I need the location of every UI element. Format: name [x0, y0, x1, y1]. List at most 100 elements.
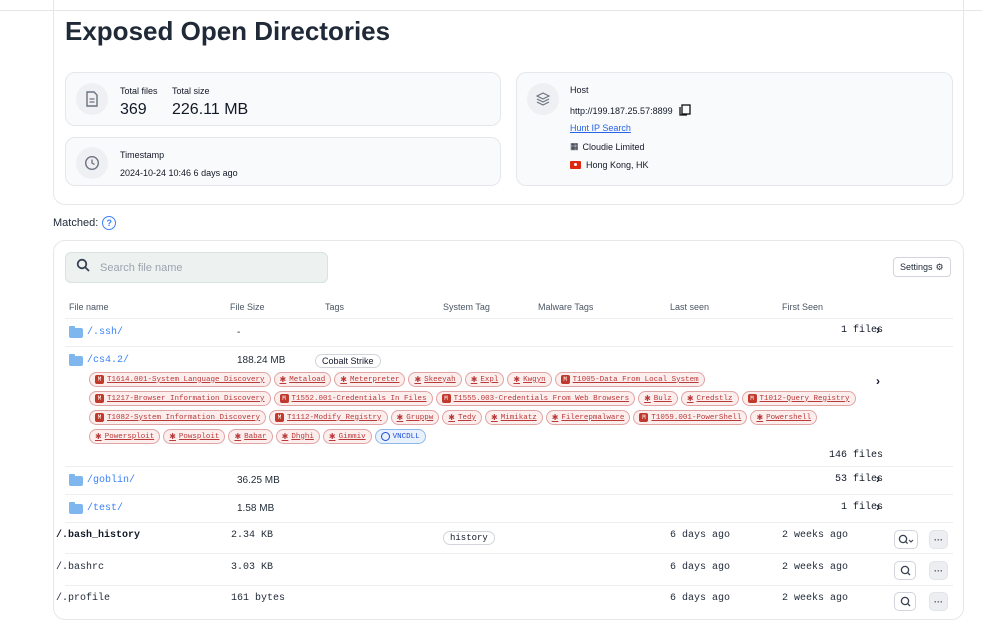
malware-tag[interactable]: ✱ Metaload [273, 372, 332, 387]
gear-icon: ⚙ [935, 261, 944, 272]
table-row[interactable]: /.ssh/ [69, 325, 123, 338]
bug-icon: ✱ [169, 432, 176, 442]
malware-tag[interactable]: ✱ Dhghi [275, 429, 320, 444]
malware-tag[interactable]: M T1552.001-Credentials In Files [273, 391, 433, 406]
malware-tag[interactable]: ✱ Gimmiv [322, 429, 372, 444]
hunt-ip-search-link[interactable]: Hunt IP Search [570, 123, 631, 133]
col-tags[interactable]: Tags [325, 302, 344, 312]
malware-tag[interactable]: ✱ Expl [464, 372, 505, 387]
malware-tag[interactable]: M T1555.003-Credentials From Web Browsers [435, 391, 636, 406]
file-size: 3.03 KB [231, 562, 274, 573]
malware-tag[interactable]: M T1217-Browser Information Discovery [89, 391, 271, 406]
last-seen: 6 days ago [670, 562, 731, 573]
malware-tag[interactable]: ✱ Skeeyah [408, 372, 462, 387]
mitre-icon: M [95, 413, 104, 422]
malware-tag[interactable]: M T1112-Modify Registry [269, 410, 388, 425]
col-system-tag[interactable]: System Tag [443, 302, 490, 312]
malware-tag-label: T1082-System Information Discovery [107, 413, 261, 422]
last-seen: 6 days ago [670, 593, 731, 604]
dir-name[interactable]: /test/ [87, 503, 123, 514]
malware-tag[interactable]: ✱ Powershell [750, 410, 818, 425]
magnify-button[interactable] [894, 592, 916, 611]
org-name: Cloudie Limited [582, 141, 645, 152]
total-files-label: Total files [120, 86, 158, 96]
dir-name[interactable]: /.ssh/ [87, 327, 123, 338]
malware-tag[interactable]: M T1082-System Information Discovery [89, 410, 267, 425]
malware-tag[interactable]: ✱ Babar [228, 429, 273, 444]
location-text: Hong Kong, HK [586, 160, 649, 170]
tag-cobalt-strike[interactable]: Cobalt Strike [315, 354, 381, 368]
bug-icon: ✱ [756, 413, 764, 423]
chevron-right-icon[interactable]: › [876, 472, 880, 486]
malware-tag[interactable]: ✱ Mimikatz [484, 410, 543, 425]
malware-tag[interactable]: ✱ Tedy [442, 410, 482, 425]
malware-tag[interactable]: ✱ Credstlz [680, 391, 739, 406]
more-icon[interactable]: ··· [929, 561, 948, 580]
timestamp-card: Timestamp 2024-10-24 10:46 6 days ago [65, 137, 501, 186]
malware-tag[interactable]: ✱ Powsploit [163, 429, 226, 444]
dir-size: 36.25 MB [237, 475, 280, 486]
malware-tag[interactable]: M T1012-Query Registry [741, 391, 856, 406]
malware-tag[interactable]: ✱ Powersploit [89, 429, 161, 444]
dir-name[interactable]: /goblin/ [87, 475, 135, 486]
table-row[interactable]: /cs4.2/ [69, 353, 129, 366]
bug-icon: ✱ [340, 375, 347, 385]
bug-icon: ✱ [396, 413, 404, 423]
more-icon[interactable]: ··· [929, 530, 948, 549]
table-row[interactable]: /test/ [69, 501, 123, 514]
divider [65, 466, 953, 467]
magnify-button[interactable] [894, 561, 916, 580]
settings-button[interactable]: Settings ⚙ [893, 257, 951, 277]
malware-tag-label: Babar [244, 432, 267, 441]
malware-tag[interactable]: VNCDLL [374, 429, 426, 444]
malware-tag[interactable]: ✱ Gruppw [390, 410, 440, 425]
malware-tag[interactable]: M T1614.001-System Language Discovery [89, 372, 271, 387]
file-name[interactable]: /.profile [56, 593, 110, 604]
malware-tag-list: M T1614.001-System Language Discovery ✱ Met… [89, 372, 879, 444]
search-input[interactable]: Search file name [100, 262, 183, 274]
malware-tag[interactable]: ✱ Meterpreter [334, 372, 406, 387]
system-tag[interactable]: history [443, 531, 495, 545]
file-size: 161 bytes [231, 593, 286, 604]
mitre-icon: M [560, 375, 570, 384]
dir-name[interactable]: /cs4.2/ [87, 355, 129, 366]
malware-tag-label: Powersploit [104, 432, 155, 441]
settings-label: Settings [900, 262, 933, 272]
col-last-seen[interactable]: Last seen [670, 302, 709, 312]
matched-row: Matched: ? [53, 216, 117, 230]
copy-icon[interactable] [678, 104, 691, 118]
magnify-button[interactable] [894, 530, 918, 549]
malware-tag[interactable]: M T1059.001-PowerShell [633, 410, 748, 425]
malware-tag-label: T1614.001-System Language Discovery [107, 375, 265, 384]
divider [65, 346, 953, 347]
col-malware-tags[interactable]: Malware Tags [538, 302, 593, 312]
malware-tag-label: Gruppw [406, 413, 434, 422]
bug-icon: ✱ [414, 375, 422, 385]
help-icon[interactable]: ? [102, 216, 117, 230]
malware-tag-label: Powsploit [178, 432, 220, 441]
folder-icon [69, 353, 83, 366]
search-box[interactable]: Search file name [65, 252, 328, 283]
table-row[interactable]: /goblin/ [69, 473, 135, 486]
malware-tag-label: Mimikatz [500, 413, 537, 422]
malware-tag[interactable]: ✱ Kwgyn [507, 372, 552, 387]
malware-tag[interactable]: M T1005-Data From Local System [554, 372, 705, 387]
host-url-row: http://199.187.25.57:8899 [570, 104, 691, 118]
mitre-icon: M [747, 394, 757, 403]
chevron-right-icon[interactable]: › [876, 374, 880, 388]
divider [65, 553, 953, 554]
mitre-icon: M [441, 394, 451, 403]
file-name[interactable]: /.bashrc [56, 562, 104, 573]
bug-icon: ✱ [551, 413, 559, 423]
chevron-right-icon[interactable]: › [876, 500, 880, 514]
more-icon[interactable]: ··· [929, 592, 948, 611]
chevron-right-icon[interactable]: › [876, 323, 880, 337]
malware-tag[interactable]: ✱ Filerepmalware [545, 410, 631, 425]
col-file-name[interactable]: File name [69, 302, 109, 312]
malware-tag[interactable]: ✱ Bulz [638, 391, 678, 406]
col-file-size[interactable]: File Size [230, 302, 265, 312]
file-name[interactable]: /.bash_history [56, 530, 140, 541]
col-first-seen[interactable]: First Seen [782, 302, 823, 312]
first-seen: 2 weeks ago [782, 593, 849, 604]
clock-icon [76, 147, 108, 179]
